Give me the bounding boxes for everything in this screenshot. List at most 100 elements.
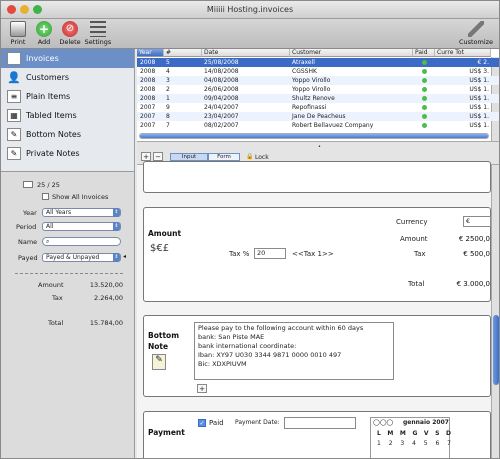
lock-label: Lock — [255, 154, 269, 161]
payed-label: Payed — [18, 254, 38, 262]
period-select[interactable]: All ⇕ — [42, 222, 121, 231]
column-header-currency-total[interactable]: Curre Tot — [435, 49, 491, 57]
calendar-week-row[interactable]: 1234567 — [377, 440, 451, 447]
chevron-down-icon: ⇕ — [113, 208, 120, 217]
show-all-label: Show All Invoices — [52, 193, 109, 201]
bottom-note-section: Bottom Note ✎ Please pay to the followin… — [143, 315, 491, 397]
tax-name-tag: <<Tax 1>> — [292, 250, 334, 258]
table-row[interactable]: 2008 2 26/06/2008 Yoppo Virollo US$ 1. — [137, 85, 499, 94]
amount-section: Amount $€£ Currency € Amount € 2500,0 Ta… — [143, 207, 491, 302]
table-icon: ▦ — [7, 109, 21, 122]
table-row[interactable]: 2008 5 25/08/2008 Atraxell € 2. — [137, 58, 499, 67]
period-label: Period — [16, 223, 37, 231]
document-icon: ≡ — [7, 90, 21, 103]
payment-date-label: Payment Date: — [235, 419, 280, 426]
divider — [15, 273, 123, 274]
table-row[interactable]: 2007 7 08/02/2007 Robert Bellavuez Company U… — [137, 121, 499, 130]
currency-label: Currency — [396, 218, 428, 226]
paid-indicator — [422, 96, 427, 101]
total-value: 15.784,00 — [89, 319, 123, 327]
paid-indicator — [422, 123, 427, 128]
previous-section — [143, 161, 491, 193]
lock-icon[interactable]: 🔒 — [246, 153, 253, 160]
chevron-down-icon: ⇕ — [113, 253, 120, 262]
chevron-down-icon: ⇕ — [113, 222, 120, 231]
search-icon: ⌕ — [46, 238, 50, 245]
tax-label: Tax — [52, 294, 63, 302]
total-label: Total — [408, 280, 425, 288]
payed-select[interactable]: Payed & Unpayed ⇕ — [42, 253, 121, 262]
column-header-year[interactable]: Year — [137, 49, 164, 57]
window-title: Miiiii Hosting.invoices — [206, 5, 294, 14]
paid-indicator — [422, 60, 427, 65]
paid-indicator — [422, 105, 427, 110]
table-row[interactable]: 2007 8 23/04/2007 Jane De Peacheus US$ 1. — [137, 112, 499, 121]
column-header-date[interactable]: Date — [202, 49, 290, 57]
calendar-month: gennaio 2007 — [403, 419, 449, 426]
paid-checkbox[interactable]: ✓ — [198, 419, 206, 427]
amount-section-title: Amount — [148, 229, 182, 238]
name-search-field[interactable]: ⌕ — [42, 237, 121, 246]
remove-row-button[interactable]: − — [153, 152, 163, 161]
form-scrollbar[interactable] — [491, 165, 499, 458]
tools-icon — [468, 21, 484, 37]
year-label: Year — [23, 209, 37, 217]
sidebar-item-bottom-notes[interactable]: ✎ Bottom Notes — [1, 125, 134, 144]
sidebar-item-invoices[interactable]: ▤ Invoices — [1, 49, 134, 68]
column-header-paid[interactable]: Paid — [413, 49, 435, 57]
settings-icon — [90, 21, 106, 37]
amount-value: 13.520,00 — [89, 281, 123, 289]
paid-indicator — [422, 114, 427, 119]
payment-section-title: Payment — [148, 428, 185, 437]
settings-button[interactable]: Settings — [78, 21, 118, 46]
tab-input[interactable]: Input — [170, 153, 208, 161]
resize-handle-icon[interactable]: • — [318, 144, 321, 150]
pencil-icon: ✎ — [7, 128, 21, 141]
toolbar: Print + Add ⊘ Delete Settings Customize — [1, 19, 499, 49]
app-window: Miiiii Hosting.invoices Print + Add ⊘ De… — [0, 0, 500, 459]
bottom-note-textarea[interactable]: Please pay to the following account with… — [194, 322, 394, 380]
table-row[interactable]: 2008 4 14/08/2008 CGSSHK US$ 3. — [137, 67, 499, 76]
name-label: Name — [18, 238, 38, 246]
show-all-checkbox[interactable] — [42, 193, 49, 200]
table-row[interactable]: 2007 9 24/04/2007 Repofinassi US$ 1. — [137, 103, 499, 112]
sidebar: ▤ Invoices 👤 Customers ≡ Plain Items ▦ T… — [1, 49, 135, 171]
sidebar-item-customers[interactable]: 👤 Customers — [1, 68, 134, 87]
payment-date-field[interactable] — [284, 417, 356, 429]
column-header-customer[interactable]: Customer — [290, 49, 413, 57]
add-note-button[interactable]: + — [197, 384, 207, 393]
calendar-nav-icon[interactable]: ◯◯◯ — [373, 419, 393, 426]
sidebar-item-private-notes[interactable]: ✎ Private Notes — [1, 144, 134, 163]
tax-percent-field[interactable]: 20 — [254, 248, 286, 259]
total-label: Total — [48, 319, 64, 327]
sidebar-item-tabled-items[interactable]: ▦ Tabled Items — [1, 106, 134, 125]
paid-indicator — [422, 87, 427, 92]
currency-symbols-icon: $€£ — [150, 243, 170, 254]
customize-button[interactable]: Customize — [453, 21, 499, 46]
table-row[interactable]: 2008 1 09/04/2008 Shultz Renove US$ 1. — [137, 94, 499, 103]
currency-field[interactable]: € — [463, 216, 491, 227]
amount-label: Amount — [38, 281, 64, 289]
year-select[interactable]: All Years ⇕ — [42, 208, 121, 217]
amount-value: € 2500,0 — [458, 235, 490, 243]
invoice-icon: ▤ — [7, 52, 21, 65]
table-row[interactable]: 2008 3 04/08/2008 Yoppo Virollo US$ 1. — [137, 76, 499, 85]
date-calendar[interactable]: ◯◯◯ gennaio 2007 LMMGVSD 1234567 — [370, 417, 451, 458]
person-icon: 👤 — [7, 71, 21, 84]
horizontal-scrollbar[interactable] — [139, 133, 489, 139]
title-bar: Miiiii Hosting.invoices — [1, 1, 499, 19]
add-row-button[interactable]: + — [141, 152, 151, 161]
form-scroll-thumb[interactable] — [493, 315, 499, 385]
tab-form[interactable]: Form — [208, 153, 240, 161]
paid-indicator — [422, 69, 427, 74]
invoices-table: Year # Date Customer Paid Curre Tot 2008… — [137, 49, 499, 141]
column-header-number[interactable]: # — [164, 49, 202, 57]
payment-section: Payment ✓ Paid Payment Date: ◯◯◯ gennaio… — [143, 411, 491, 458]
collapse-arrow-icon[interactable]: ◂ — [123, 253, 126, 260]
sidebar-item-plain-items[interactable]: ≡ Plain Items — [1, 87, 134, 106]
invoice-count-icon — [23, 181, 33, 188]
tax-percent-label: Tax % — [229, 250, 250, 258]
horizontal-scroll-thumb[interactable] — [140, 134, 488, 138]
pencil-icon: ✎ — [7, 147, 21, 160]
invoice-form: Amount $€£ Currency € Amount € 2500,0 Ta… — [137, 161, 499, 458]
